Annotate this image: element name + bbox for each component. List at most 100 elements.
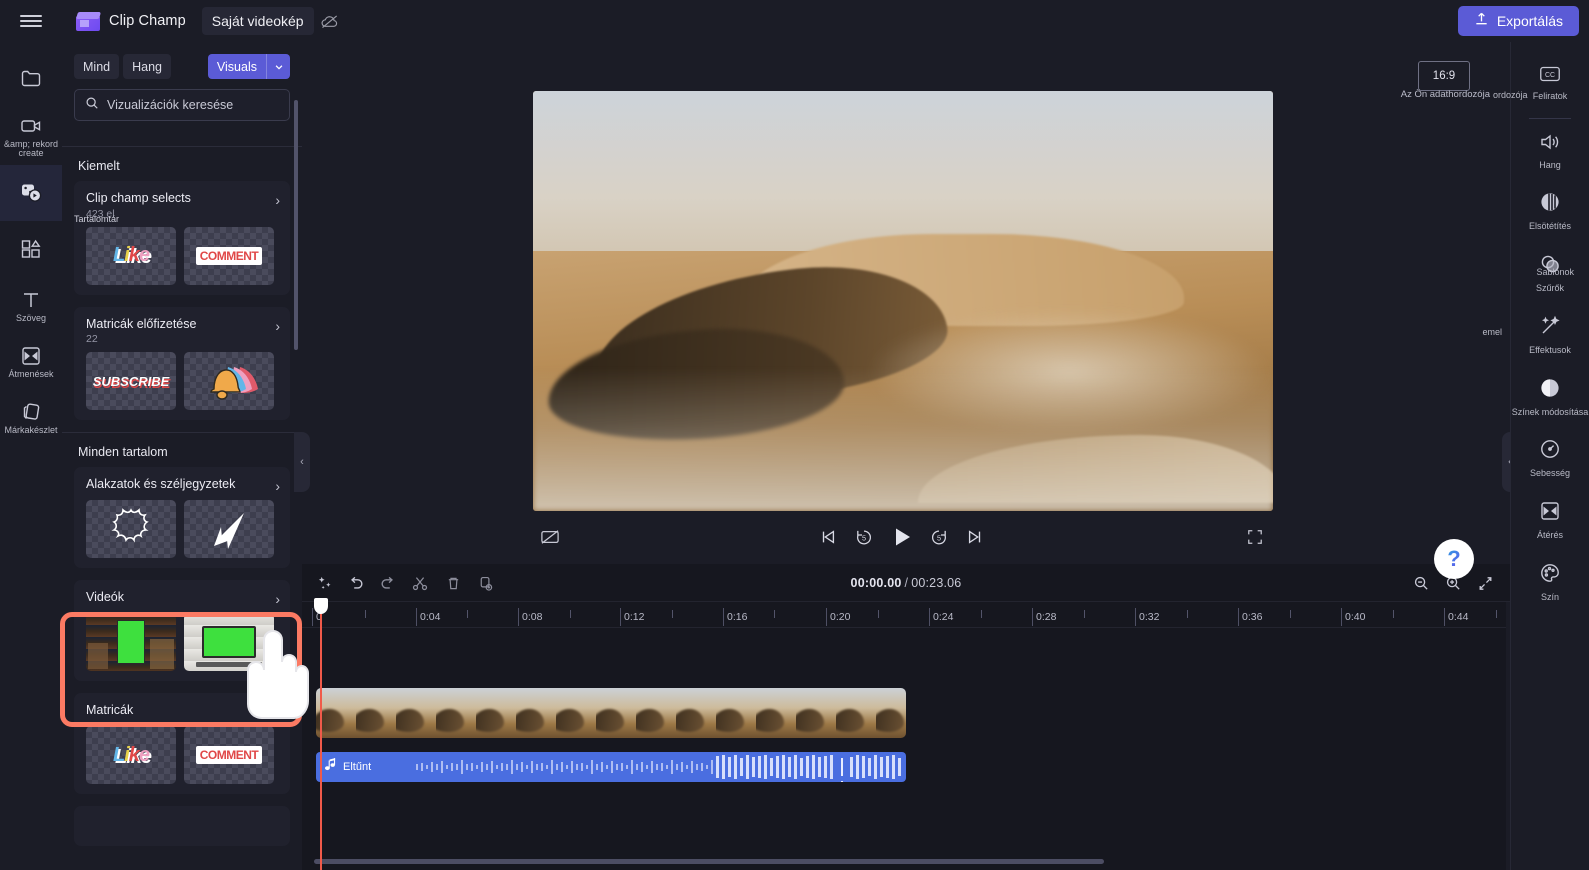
right-item-fade[interactable]: Elsötétítés — [1511, 180, 1589, 242]
thumbnail-like[interactable]: L i k e — [86, 226, 176, 285]
export-button[interactable]: Exportálás — [1457, 6, 1579, 36]
thumbnail-bell[interactable] — [184, 352, 274, 411]
right-label-adjust-colors: Színek módosítása — [1511, 406, 1589, 417]
card-stickers[interactable]: Matricák › L i k e COMMENT — [74, 693, 290, 795]
ruler-label: 0:08 — [522, 611, 543, 623]
right-item-speed[interactable]: Sebesség — [1511, 427, 1589, 489]
collapse-left-panel-button[interactable]: ‹ — [294, 432, 310, 492]
project-name-chip[interactable]: Saját videokép — [201, 7, 314, 35]
right-item-transition[interactable]: Átérés — [1511, 489, 1589, 551]
play-button[interactable] — [885, 520, 919, 554]
fit-timeline-button[interactable] — [1472, 571, 1498, 595]
right-item-adjust-colors[interactable]: Színek módosítása — [1511, 366, 1589, 428]
right-item-audio[interactable]: Hang — [1511, 121, 1589, 181]
card-subscribe-stickers[interactable]: Matricák előfizetése 22 › SUBSCRIBE — [74, 306, 290, 421]
right-label-templates: Sablonok — [1536, 267, 1575, 278]
right-item-filters[interactable]: Sablonok Szűrők — [1511, 242, 1589, 304]
panel-scroll-area[interactable]: Kiemelt Clip champ selects 423 el › Tart… — [62, 146, 302, 870]
split-button[interactable] — [407, 571, 433, 595]
sidebar-item-content-library[interactable] — [0, 164, 62, 221]
panel-scrollbar[interactable] — [294, 100, 298, 350]
auto-compose-button[interactable] — [312, 571, 338, 595]
sidebar-item-transitions[interactable]: Átmenések — [0, 333, 62, 389]
panel-tabs: Mind Hang Visuals — [62, 42, 302, 79]
delete-button[interactable] — [440, 571, 466, 595]
duplicate-button[interactable] — [472, 571, 498, 595]
chevron-right-icon[interactable]: › — [275, 191, 280, 207]
chevron-right-icon[interactable]: › — [275, 590, 280, 606]
card-shapes-annotations[interactable]: Alakzatok és széljegyzetek › — [74, 467, 290, 569]
video-track-clip[interactable] — [316, 688, 906, 738]
thumbnail-like[interactable]: L i k e — [86, 726, 176, 785]
chevron-down-icon[interactable] — [266, 54, 290, 79]
ruler-label: 0:28 — [1036, 611, 1057, 623]
thumbnail-comment[interactable]: COMMENT — [184, 226, 274, 285]
tab-audio[interactable]: Hang — [123, 54, 171, 79]
right-item-captions[interactable]: CC Feliratok — [1511, 54, 1589, 112]
chevron-right-icon[interactable]: › — [275, 703, 280, 719]
chevron-right-icon[interactable]: › — [275, 477, 280, 493]
tab-all[interactable]: Mind — [74, 54, 120, 79]
ruler-label: 0:24 — [933, 611, 954, 623]
right-item-effects[interactable]: emel Effektusok — [1483, 304, 1589, 366]
right-label-effects: Effektusok — [1529, 344, 1571, 355]
thumbnail-subscribe[interactable]: SUBSCRIBE — [86, 352, 176, 411]
sidebar-label-transitions: Átmenések — [8, 369, 54, 380]
timeline-toolbar: 00:00.00 / 00:23.06 — [302, 564, 1510, 602]
search-input[interactable] — [107, 98, 279, 112]
sidebar-item-brandkit[interactable]: Márkakészlet — [0, 389, 62, 445]
tab-visuals[interactable]: Visuals — [207, 54, 266, 79]
help-button[interactable]: ? — [1434, 539, 1474, 579]
camera-icon — [19, 114, 43, 138]
forward-5s-button[interactable]: 5 — [922, 520, 956, 554]
redo-button[interactable] — [375, 571, 401, 595]
card-next-placeholder[interactable] — [74, 806, 290, 847]
svg-text:5: 5 — [862, 534, 866, 543]
thumbnail-arrow[interactable] — [184, 500, 274, 559]
hamburger-icon[interactable] — [0, 0, 62, 42]
toggle-captions-button[interactable] — [533, 520, 567, 554]
clipchamp-editor: Clip Champ Saját videokép Exportálás &am… — [0, 0, 1589, 870]
export-label: Exportálás — [1496, 13, 1563, 29]
ruler-label: 0:40 — [1345, 611, 1366, 623]
timeline-horizontal-scrollbar[interactable] — [314, 859, 1104, 864]
left-rail: &amp; rekord create Szöveg Átmenések Már… — [0, 42, 62, 870]
timeline: 00:00.00 / 00:23.06 0 0:04 0:08 0:12 0:1… — [302, 564, 1510, 870]
thumbnail-city-greenscreen[interactable] — [86, 613, 176, 672]
zoom-out-button[interactable] — [1408, 571, 1434, 595]
player-controls: 5 5 — [302, 512, 1510, 564]
sidebar-label-text: Szöveg — [15, 313, 47, 324]
ruler-label: 0:36 — [1242, 611, 1263, 623]
right-label-audio: Hang — [1539, 159, 1561, 170]
thumbnail-burst[interactable] — [86, 500, 176, 559]
sidebar-item-text[interactable]: Szöveg — [0, 277, 62, 333]
right-item-color[interactable]: Szín — [1511, 551, 1589, 613]
brandkit-icon — [19, 400, 43, 424]
sidebar-item-record-create[interactable]: &amp; rekord create — [0, 106, 62, 165]
text-icon — [19, 288, 43, 312]
thumbnail-laptop-greenscreen[interactable] — [184, 613, 274, 672]
upload-icon — [1474, 11, 1489, 31]
skip-to-start-button[interactable] — [811, 520, 845, 554]
audio-track-clip[interactable]: Eltűnt — [316, 752, 906, 782]
media-dice-icon — [19, 181, 43, 205]
sidebar-item-elements[interactable] — [0, 221, 62, 277]
skip-to-end-button[interactable] — [958, 520, 992, 554]
audio-position-marker — [841, 758, 848, 782]
fullscreen-button[interactable] — [1238, 520, 1272, 554]
rewind-5s-button[interactable]: 5 — [847, 520, 881, 554]
card-clipchamp-selects[interactable]: Clip champ selects 423 el › Tartalomtár … — [74, 181, 290, 295]
undo-button[interactable] — [343, 571, 369, 595]
timeline-ruler[interactable]: 0 0:04 0:08 0:12 0:16 0:20 0:24 0:28 0:3 — [302, 602, 1510, 628]
right-label-filters: Szűrők — [1535, 283, 1564, 294]
card-videos[interactable]: Videók › — [74, 580, 290, 682]
thumbnail-comment[interactable]: COMMENT — [184, 726, 274, 785]
search-box[interactable] — [74, 89, 290, 121]
project-title: Saját videokép — [211, 13, 304, 29]
video-preview[interactable] — [533, 91, 1273, 511]
brand[interactable]: Clip Champ — [75, 10, 186, 32]
sidebar-label-record-create: &amp; rekord create — [3, 139, 59, 159]
aspect-ratio-badge[interactable]: 16:9 — [1418, 61, 1470, 91]
sidebar-item-media[interactable] — [0, 50, 62, 106]
chevron-right-icon[interactable]: › — [275, 317, 280, 333]
